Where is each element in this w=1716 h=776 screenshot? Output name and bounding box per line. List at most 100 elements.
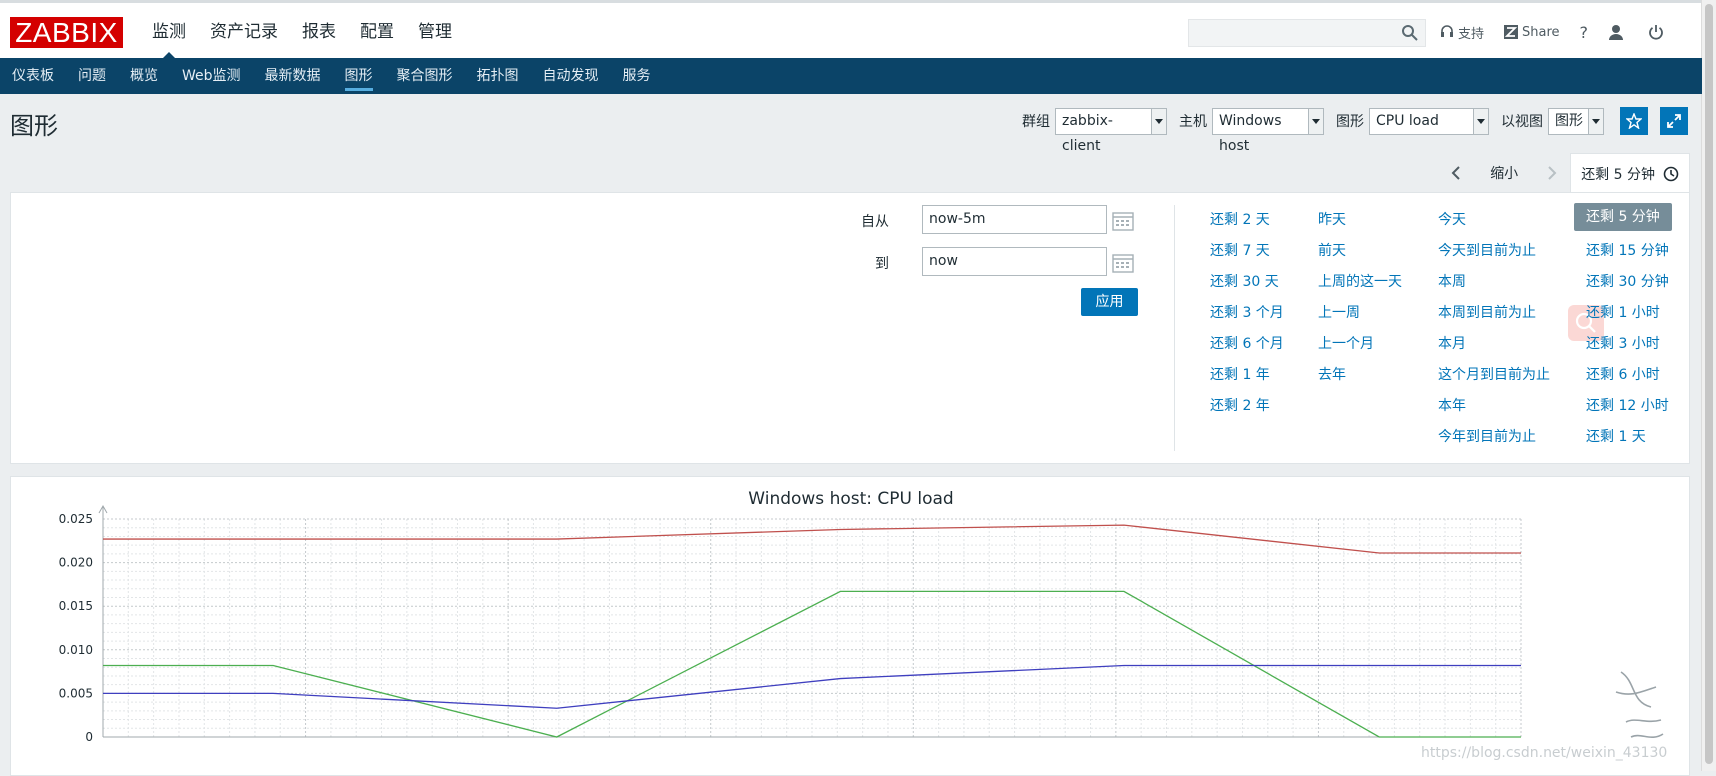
main-nav: 监测 资产记录 报表 配置 管理 xyxy=(140,3,464,61)
sub-nav-web[interactable]: Web监测 xyxy=(170,58,253,94)
quick-range-30m[interactable]: 还剩 30 分钟 xyxy=(1586,271,1669,291)
main-nav-reports[interactable]: 报表 xyxy=(290,3,348,61)
share-z-icon xyxy=(1504,25,1519,39)
group-select[interactable]: zabbix-client xyxy=(1055,107,1167,154)
main-nav-administration[interactable]: 管理 xyxy=(406,3,464,61)
time-filter-panel: 自从 now-5m 到 now 应用 还剩 2 天 还剩 7 天 还剩 30 天… xyxy=(10,192,1690,464)
cpu-load-chart[interactable]: 0.025 0.020 0.015 0.010 0.005 0 xyxy=(11,477,1690,776)
sub-nav-dashboard[interactable]: 仪表板 xyxy=(0,58,66,94)
quick-range-day-before[interactable]: 前天 xyxy=(1318,240,1346,260)
zoom-out-button[interactable]: 缩小 xyxy=(1474,163,1534,183)
sub-nav: 仪表板 问题 概览 Web监测 最新数据 图形 聚合图形 拓扑图 自动发现 服务 xyxy=(0,58,1702,94)
quick-range-1h[interactable]: 还剩 1 小时 xyxy=(1586,302,1660,322)
graph-select-value: CPU load xyxy=(1376,112,1439,129)
quick-range-month-so-far[interactable]: 这个月到目前为止 xyxy=(1438,364,1550,384)
quick-range-prev-week[interactable]: 上一周 xyxy=(1318,302,1360,322)
page-scrollbar[interactable] xyxy=(1701,0,1716,771)
help-link[interactable]: ? xyxy=(1580,23,1589,42)
host-select[interactable]: Windows host xyxy=(1212,107,1324,154)
quick-range-30d[interactable]: 还剩 30 天 xyxy=(1210,271,1279,291)
quick-range-5m[interactable]: 还剩 5 分钟 xyxy=(1574,203,1672,231)
clock-icon xyxy=(1663,166,1679,181)
star-icon xyxy=(1626,113,1642,129)
fullscreen-button[interactable] xyxy=(1660,107,1688,135)
time-range-label: 还剩 5 分钟 xyxy=(1581,166,1655,183)
quick-range-2y[interactable]: 还剩 2 年 xyxy=(1210,395,1270,415)
chevron-down-icon xyxy=(1588,108,1603,134)
support-link[interactable]: 支持 xyxy=(1440,23,1484,42)
time-back-button[interactable] xyxy=(1438,153,1474,193)
power-icon xyxy=(1649,25,1663,40)
filter-divider xyxy=(1174,205,1175,451)
from-label: 自从 xyxy=(861,214,889,230)
to-label: 到 xyxy=(875,256,889,272)
time-tabs: 缩小 还剩 5 分钟 xyxy=(1438,153,1690,193)
favorite-button[interactable] xyxy=(1620,107,1648,135)
user-icon xyxy=(1609,25,1624,40)
main-nav-inventory[interactable]: 资产记录 xyxy=(198,3,290,61)
quick-range-2d[interactable]: 还剩 2 天 xyxy=(1210,209,1270,229)
group-label: 群组 xyxy=(1022,114,1050,130)
time-forward-button[interactable] xyxy=(1534,153,1570,193)
sub-nav-problems[interactable]: 问题 xyxy=(66,58,118,94)
view-select[interactable]: 图形 xyxy=(1548,107,1604,135)
graph-label: 图形 xyxy=(1336,114,1364,130)
y-tick-label: 0.010 xyxy=(59,643,93,657)
zabbix-logo[interactable]: ZABBIX xyxy=(10,17,123,48)
calendar-icon[interactable] xyxy=(1112,253,1134,273)
quick-range-6m[interactable]: 还剩 6 个月 xyxy=(1210,333,1284,353)
quick-range-this-week[interactable]: 本周 xyxy=(1438,271,1466,291)
graph-select[interactable]: CPU load xyxy=(1369,107,1489,135)
quick-range-15m[interactable]: 还剩 15 分钟 xyxy=(1586,240,1669,260)
from-input[interactable]: now-5m xyxy=(922,205,1107,234)
logout-link[interactable] xyxy=(1648,24,1668,40)
sub-nav-maps[interactable]: 拓扑图 xyxy=(465,58,531,94)
main-nav-monitoring[interactable]: 监测 xyxy=(140,3,198,61)
quick-range-yesterday[interactable]: 昨天 xyxy=(1318,209,1346,229)
search-icon[interactable] xyxy=(1401,24,1419,42)
chevron-down-icon xyxy=(1308,108,1323,134)
profile-link[interactable] xyxy=(1608,24,1628,40)
quick-range-this-year[interactable]: 本年 xyxy=(1438,395,1466,415)
quick-range-3h[interactable]: 还剩 3 小时 xyxy=(1586,333,1660,353)
time-range-tab[interactable]: 还剩 5 分钟 xyxy=(1570,153,1690,193)
sub-nav-services[interactable]: 服务 xyxy=(611,58,663,94)
quick-range-12h[interactable]: 还剩 12 小时 xyxy=(1586,395,1669,415)
calendar-icon[interactable] xyxy=(1112,211,1134,231)
help-icon: ? xyxy=(1579,22,1589,42)
quick-range-day-last-week[interactable]: 上周的这一天 xyxy=(1318,271,1402,291)
support-label: 支持 xyxy=(1458,26,1485,42)
quick-range-prev-year[interactable]: 去年 xyxy=(1318,364,1346,384)
search-input[interactable] xyxy=(1188,19,1426,47)
chevron-down-icon xyxy=(1473,108,1488,134)
quick-range-prev-month[interactable]: 上一个月 xyxy=(1318,333,1374,353)
quick-range-today-so-far[interactable]: 今天到目前为止 xyxy=(1438,240,1536,260)
sub-nav-graphs[interactable]: 图形 xyxy=(333,58,385,94)
host-select-value: Windows host xyxy=(1219,112,1282,154)
share-link[interactable]: Share xyxy=(1504,25,1560,40)
y-tick-label: 0 xyxy=(85,730,93,744)
sub-nav-latest-data[interactable]: 最新数据 xyxy=(253,58,333,94)
sub-nav-discovery[interactable]: 自动发现 xyxy=(531,58,611,94)
scrollbar-thumb[interactable] xyxy=(1705,4,1713,764)
quick-range-7d[interactable]: 还剩 7 天 xyxy=(1210,240,1270,260)
top-links: 支持 Share ? xyxy=(1440,3,1688,61)
chevron-left-icon xyxy=(1451,166,1460,180)
quick-range-week-so-far[interactable]: 本周到目前为止 xyxy=(1438,302,1536,322)
apply-button[interactable]: 应用 xyxy=(1081,288,1138,316)
graph-panel: Windows host: CPU load 0.025 0.020 0.015 0.… xyxy=(10,476,1690,776)
quick-range-1d[interactable]: 还剩 1 天 xyxy=(1586,426,1646,446)
quick-range-today[interactable]: 今天 xyxy=(1438,209,1466,229)
to-input[interactable]: now xyxy=(922,247,1107,276)
host-label: 主机 xyxy=(1179,114,1207,130)
quick-range-this-month[interactable]: 本月 xyxy=(1438,333,1466,353)
sub-nav-overview[interactable]: 概览 xyxy=(118,58,170,94)
quick-range-3m[interactable]: 还剩 3 个月 xyxy=(1210,302,1284,322)
chevron-down-icon xyxy=(1151,108,1166,134)
page-title: 图形 xyxy=(10,112,58,140)
sub-nav-screens[interactable]: 聚合图形 xyxy=(385,58,465,94)
quick-range-1y[interactable]: 还剩 1 年 xyxy=(1210,364,1270,384)
quick-range-year-so-far[interactable]: 今年到目前为止 xyxy=(1438,426,1536,446)
quick-range-6h[interactable]: 还剩 6 小时 xyxy=(1586,364,1660,384)
main-nav-configuration[interactable]: 配置 xyxy=(348,3,406,61)
